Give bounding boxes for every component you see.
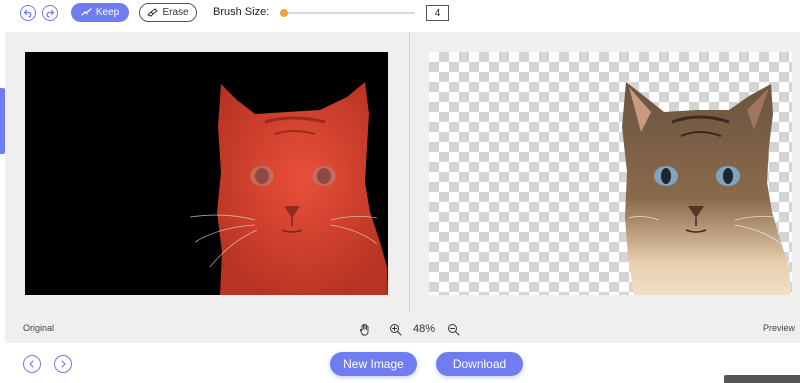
undo-icon [23,9,32,18]
corner-bar [724,375,800,383]
slider-knob[interactable] [280,9,288,17]
brush-size-label: Brush Size: [213,6,270,18]
brush-size-input[interactable]: 4 [426,5,449,21]
next-button[interactable] [54,355,72,373]
preview-image-canvas[interactable] [429,52,792,295]
hand-pan-icon[interactable] [358,323,371,336]
toolbar: Keep Erase Brush Size: 4 [0,0,800,27]
original-image-canvas[interactable] [25,52,388,295]
canvas-info-bar [5,313,800,343]
chevron-left-icon [29,360,34,368]
zoom-level: 48% [413,323,436,335]
redo-icon [46,9,55,18]
chevron-right-icon [61,360,66,368]
original-label: Original [23,323,55,333]
erase-label: Erase [162,7,189,18]
brush-size-slider[interactable] [280,9,415,17]
new-image-button[interactable]: New Image [330,352,417,376]
preview-label: Preview [763,323,796,333]
side-panel-tab[interactable] [0,88,5,154]
original-cat-image [189,82,388,295]
keep-label: Keep [95,7,120,18]
zoom-in-icon[interactable] [389,323,402,336]
previous-button[interactable] [23,355,41,373]
redo-button[interactable] [42,5,58,21]
undo-button[interactable] [20,5,36,21]
panel-divider [409,32,410,313]
brush-keep-icon [81,8,92,16]
eraser-icon [147,8,158,17]
erase-button[interactable]: Erase [139,3,197,22]
preview-cat-image [622,82,791,295]
download-button[interactable]: Download [436,352,523,376]
background-remover-app: Keep Erase Brush Size: 4 Original 48% Pr… [0,0,800,383]
zoom-out-icon[interactable] [447,323,460,336]
keep-button[interactable]: Keep [71,3,129,22]
